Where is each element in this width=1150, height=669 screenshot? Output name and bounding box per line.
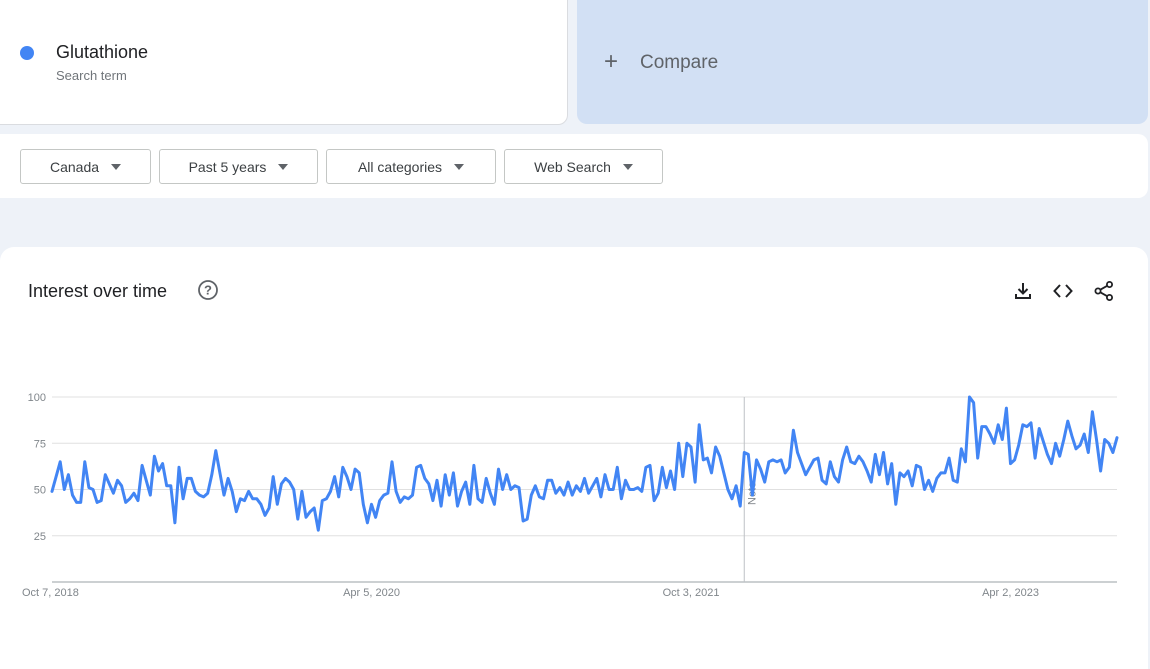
y-tick-label: 25 (34, 531, 46, 543)
y-tick-label: 50 (34, 485, 46, 497)
series-line (50, 395, 1119, 532)
y-tick-label: 75 (34, 438, 46, 450)
y-tick-label: 100 (28, 392, 46, 404)
x-tick-label: Apr 2, 2023 (982, 587, 1039, 599)
x-tick-label: Apr 5, 2020 (343, 587, 400, 599)
x-tick-label: Oct 3, 2021 (663, 587, 720, 599)
x-tick-label: Oct 7, 2018 (22, 587, 79, 599)
interest-over-time-chart: 255075100 Note Oct 7, 2018 Apr 5, 2020 Oct… (22, 392, 1119, 599)
